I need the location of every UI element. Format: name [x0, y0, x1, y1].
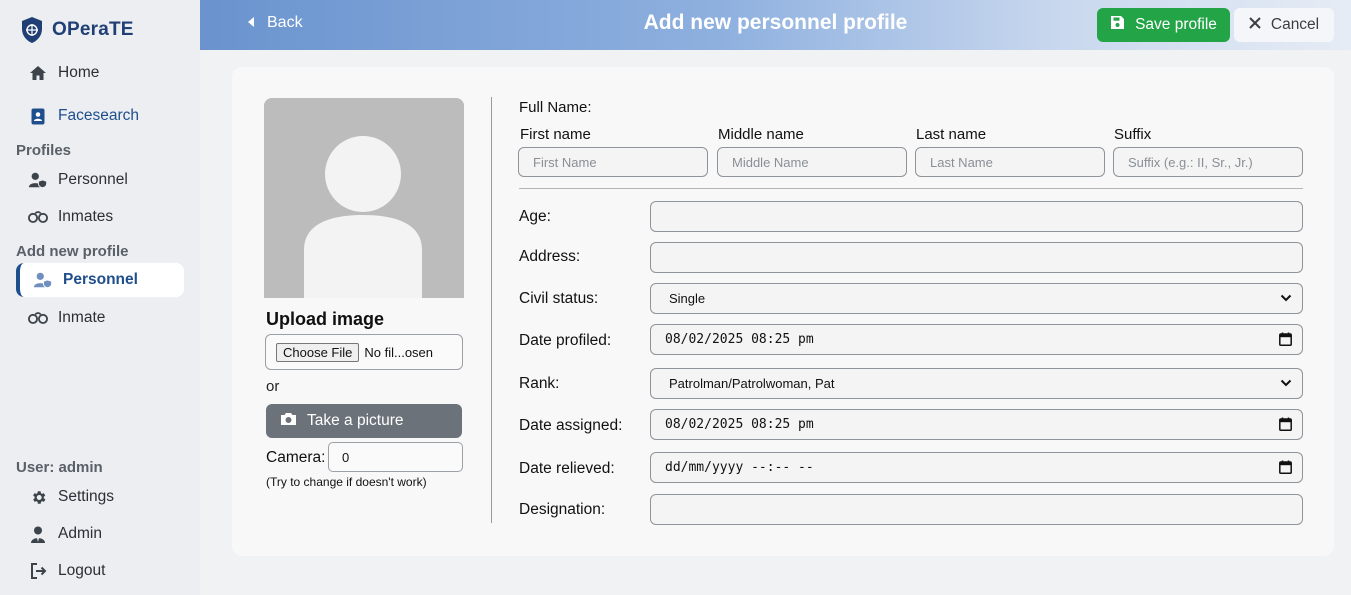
calendar-icon: [1279, 460, 1292, 478]
sidebar-item-label: Logout: [58, 562, 106, 579]
file-upload-input[interactable]: Choose File No fil...osen: [265, 334, 463, 370]
calendar-icon: [1279, 332, 1292, 350]
calendar-icon: [1279, 417, 1292, 435]
designation-input[interactable]: [650, 494, 1303, 525]
suffix-label: Suffix: [1114, 126, 1152, 143]
app-name: OPeraTE: [52, 19, 134, 40]
date-assigned-input[interactable]: 08/02/2025 08:25 pm: [650, 409, 1303, 440]
civil-status-value: Single: [669, 291, 706, 306]
date-relieved-label: Date relieved:: [519, 460, 615, 477]
sidebar-item-label: Facesearch: [58, 107, 139, 124]
logout-icon: [28, 561, 48, 581]
sidebar-item-label: Home: [58, 64, 100, 81]
file-status-text: No fil...osen: [364, 344, 434, 360]
chevron-down-icon: [1280, 376, 1292, 393]
or-text: or: [266, 378, 280, 395]
camera-index-input[interactable]: 0: [328, 442, 463, 472]
floppy-disk-icon: [1110, 15, 1125, 35]
rank-value: Patrolman/Patrolwoman, Pat: [669, 376, 835, 391]
sidebar-item-logout[interactable]: Logout: [16, 554, 184, 588]
sidebar-item-settings[interactable]: Settings: [16, 480, 184, 514]
home-icon: [28, 63, 48, 83]
date-profiled-value: 08/02/2025 08:25 pm: [665, 332, 814, 347]
user-shield-icon: [28, 170, 48, 190]
address-input[interactable]: [650, 242, 1303, 273]
sidebar-item-label: Inmate: [58, 309, 106, 326]
designation-label: Designation:: [519, 501, 606, 518]
rank-select[interactable]: Patrolman/Patrolwoman, Pat: [650, 368, 1303, 399]
civil-status-label: Civil status:: [519, 290, 599, 307]
sidebar-item-add-personnel[interactable]: Personnel: [16, 263, 184, 297]
choose-file-button[interactable]: Choose File: [276, 342, 360, 362]
sidebar-item-label: Settings: [58, 488, 115, 505]
suffix-input[interactable]: Suffix (e.g.: II, Sr., Jr.): [1113, 147, 1303, 177]
profile-photo-placeholder: [264, 98, 464, 298]
sidebar-item-facesearch[interactable]: Facesearch: [16, 99, 184, 133]
address-label: Address:: [519, 248, 581, 265]
top-header: Back Add new personnel profile Save prof…: [200, 0, 1351, 50]
sidebar-item-label: Personnel: [58, 171, 128, 188]
vertical-divider: [491, 97, 492, 523]
current-user-label: User: admin: [16, 459, 103, 476]
cancel-button[interactable]: Cancel: [1234, 8, 1334, 42]
sidebar-item-label: Personnel: [63, 271, 138, 288]
take-picture-label: Take a picture: [307, 412, 404, 429]
shield-logo-icon: [22, 17, 42, 43]
camera-label: Camera:: [266, 449, 326, 466]
avatar-placeholder-icon: [264, 98, 464, 298]
close-icon: [1249, 16, 1261, 34]
age-input[interactable]: [650, 201, 1303, 232]
civil-status-select[interactable]: Single: [650, 283, 1303, 314]
profile-form-card: Upload image Choose File No fil...osen o…: [232, 67, 1334, 556]
date-relieved-input[interactable]: dd/mm/yyyy --:-- --: [650, 452, 1303, 483]
gear-icon: [28, 487, 48, 507]
full-name-label: Full Name:: [519, 99, 592, 116]
cancel-label: Cancel: [1270, 16, 1320, 33]
handcuffs-icon: [28, 308, 48, 328]
horizontal-divider: [519, 188, 1303, 189]
date-assigned-value: 08/02/2025 08:25 pm: [665, 417, 814, 432]
save-profile-button[interactable]: Save profile: [1097, 8, 1230, 42]
sidebar-item-label: Admin: [58, 525, 102, 542]
date-relieved-value: dd/mm/yyyy --:-- --: [665, 460, 814, 475]
rank-label: Rank:: [519, 375, 560, 392]
last-name-label: Last name: [916, 126, 987, 143]
middle-name-input[interactable]: Middle Name: [717, 147, 907, 177]
sidebar-item-add-inmate[interactable]: Inmate: [16, 301, 184, 335]
date-profiled-label: Date profiled:: [519, 332, 612, 349]
sidebar-item-inmates[interactable]: Inmates: [16, 200, 184, 234]
date-profiled-input[interactable]: 08/02/2025 08:25 pm: [650, 324, 1303, 355]
date-assigned-label: Date assigned:: [519, 417, 623, 434]
chevron-down-icon: [1280, 291, 1292, 308]
save-label: Save profile: [1135, 16, 1217, 33]
sidebar-item-home[interactable]: Home: [16, 56, 184, 90]
take-picture-button[interactable]: Take a picture: [266, 404, 462, 438]
sidebar-item-admin[interactable]: Admin: [16, 517, 184, 551]
camera-hint-text: (Try to change if doesn't work): [266, 475, 427, 489]
section-label-add-profile: Add new profile: [16, 243, 129, 260]
last-name-input[interactable]: Last Name: [915, 147, 1105, 177]
user-tie-icon: [28, 524, 48, 544]
age-label: Age:: [519, 208, 551, 225]
first-name-input[interactable]: First Name: [518, 147, 708, 177]
sidebar-item-label: Inmates: [58, 208, 114, 225]
sidebar: OPeraTE Home Facesearch Profiles Personn…: [0, 0, 200, 595]
upload-image-heading: Upload image: [266, 309, 385, 329]
user-shield-icon: [33, 270, 53, 290]
brand[interactable]: OPeraTE: [20, 16, 134, 44]
sidebar-item-personnel[interactable]: Personnel: [16, 163, 184, 197]
section-label-profiles: Profiles: [16, 142, 72, 159]
id-badge-icon: [28, 106, 48, 126]
handcuffs-icon: [28, 207, 48, 227]
camera-icon: [280, 412, 297, 431]
middle-name-label: Middle name: [718, 126, 804, 143]
first-name-label: First name: [520, 126, 591, 143]
